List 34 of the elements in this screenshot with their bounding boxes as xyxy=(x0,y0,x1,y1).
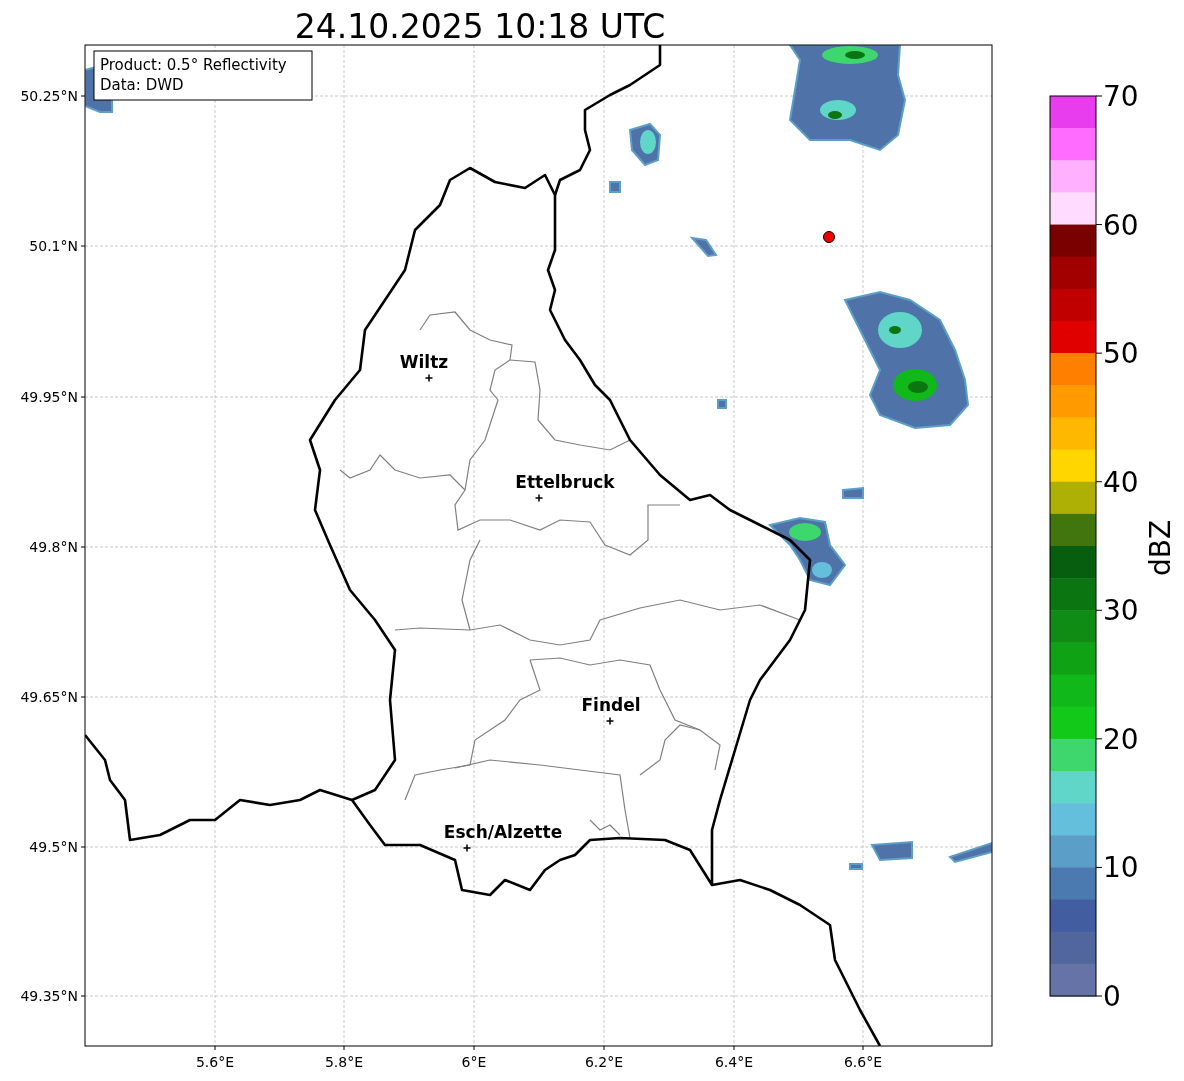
location-marker xyxy=(823,231,835,243)
city-label: Ettelbruck xyxy=(515,472,615,492)
colorbar-tick-label: 70 xyxy=(1103,80,1139,113)
tick-label: 50.1°N xyxy=(29,238,78,254)
tick-label: 49.35°N xyxy=(20,988,78,1004)
colorbar-tick-label: 40 xyxy=(1103,465,1139,499)
tick-label: 6.2°E xyxy=(584,1054,624,1070)
city-label: Wiltz xyxy=(399,352,449,372)
info-text: Data: DWD xyxy=(100,76,184,94)
tick-label: 49.5°N xyxy=(29,839,78,855)
city-marker xyxy=(424,373,434,383)
city-marker xyxy=(462,843,472,853)
colorbar-tick-label: 20 xyxy=(1103,722,1139,756)
colorbar-tick-label: 60 xyxy=(1103,208,1139,242)
city-label: Findel xyxy=(581,695,641,715)
tick-label: 49.65°N xyxy=(20,689,78,705)
chart-title: 24.10.2025 10:18 UTC xyxy=(294,7,666,46)
colorbar-tick-label: 50 xyxy=(1103,337,1139,371)
tick-label: 49.95°N xyxy=(20,389,78,405)
city-marker xyxy=(605,716,615,726)
city-marker xyxy=(534,493,544,503)
tick-label: 6.4°E xyxy=(714,1054,754,1070)
city-label: Esch/Alzette xyxy=(443,822,563,842)
tick-label: 50.25°N xyxy=(20,88,78,104)
tick-label: 49.8°N xyxy=(29,539,78,555)
colorbar-tick-label: 10 xyxy=(1103,851,1139,885)
colorbar-tick-label: 0 xyxy=(1103,980,1121,1013)
tick-label: 5.8°E xyxy=(324,1054,364,1070)
info-text: Product: 0.5° Reflectivity xyxy=(100,56,287,74)
tick-label: 6°E xyxy=(461,1054,487,1070)
tick-label: 6.6°E xyxy=(843,1054,883,1070)
colorbar-label: dBZ xyxy=(1144,519,1177,577)
tick-label: 5.6°E xyxy=(195,1054,235,1070)
colorbar-tick-label: 30 xyxy=(1103,594,1139,628)
